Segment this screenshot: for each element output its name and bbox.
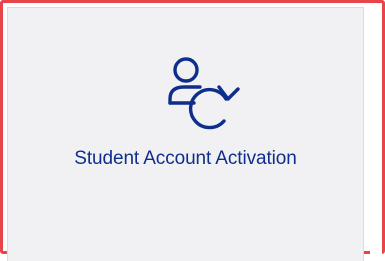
student-account-activation-tile[interactable]: Student Account Activation bbox=[7, 7, 364, 261]
tile-title: Student Account Activation bbox=[74, 148, 297, 169]
user-refresh-icon bbox=[164, 53, 250, 139]
scrollbar bbox=[370, 3, 382, 254]
